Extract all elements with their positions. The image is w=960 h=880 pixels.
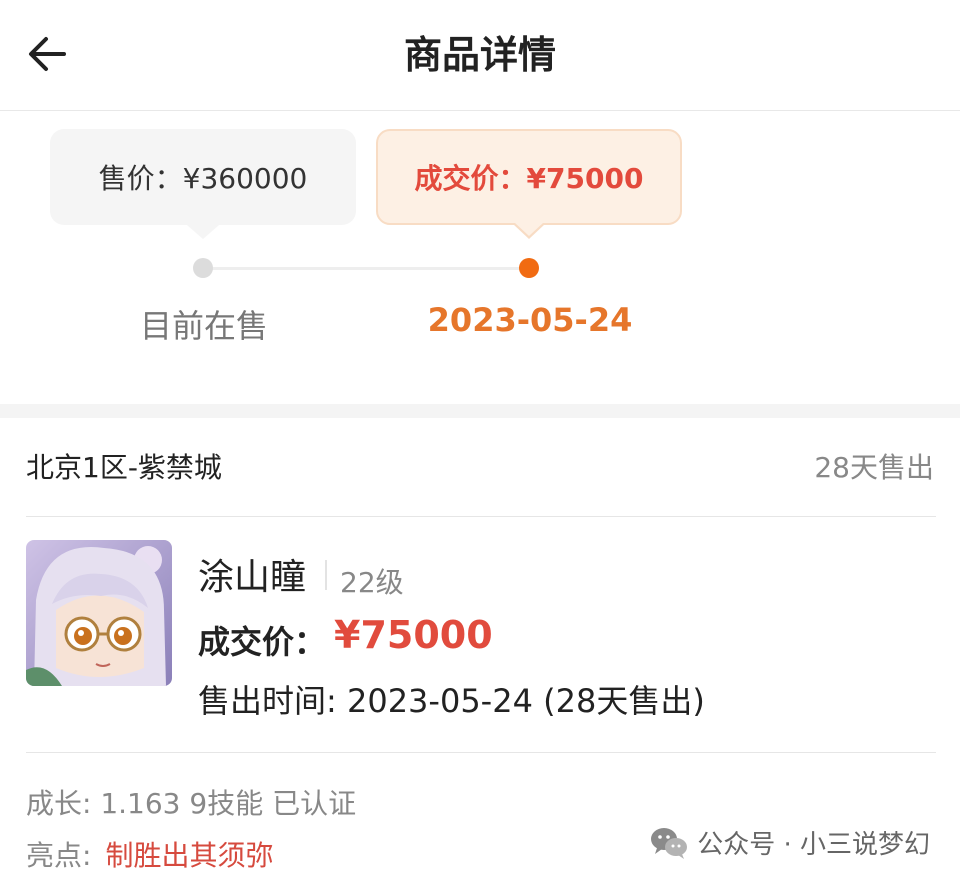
highlight-label: 亮点: bbox=[26, 839, 92, 872]
sold-time-value: 2023-05-24 (28天售出) bbox=[346, 682, 705, 720]
growth-info: 成长: 1.163 9技能 已认证 bbox=[26, 787, 357, 820]
price-timeline: 售价：¥360000 成交价：¥75000 目前在售 2023-05-24 bbox=[0, 111, 960, 404]
server-row: 北京1区-紫禁城 28天售出 bbox=[0, 418, 960, 516]
character-avatar[interactable] bbox=[26, 540, 172, 686]
character-portrait-image bbox=[26, 540, 172, 686]
timeline-track bbox=[203, 267, 529, 270]
character-name: 涂山瞳 bbox=[198, 557, 307, 598]
watermark: 公众号 · 小三说梦幻 bbox=[649, 824, 930, 861]
level-separator bbox=[325, 560, 327, 590]
server-name: 北京1区-紫禁城 bbox=[26, 451, 222, 484]
highlight-value: 制胜出其须弥 bbox=[105, 839, 274, 872]
character-level: 22级 bbox=[340, 566, 404, 599]
highlight-row: 亮点: 制胜出其须弥 bbox=[26, 834, 273, 874]
timeline-node-deal[interactable] bbox=[519, 258, 539, 278]
timeline-node-current[interactable] bbox=[193, 258, 213, 278]
sold-after-days: 28天售出 bbox=[814, 451, 934, 484]
deal-price-bubble-pointer-fill bbox=[515, 223, 543, 236]
top-bar: 商品详情 bbox=[0, 0, 960, 111]
timeline-label-deal-date: 2023-05-24 bbox=[427, 301, 633, 339]
section-divider bbox=[0, 404, 960, 418]
current-price-bubble: 售价：¥360000 bbox=[50, 129, 356, 225]
sold-time-row: 售出时间: 2023-05-24 (28天售出) bbox=[198, 676, 705, 722]
watermark-text: 公众号 · 小三说梦幻 bbox=[697, 830, 930, 860]
page-title: 商品详情 bbox=[403, 33, 556, 77]
deal-price-value: ¥75000 bbox=[334, 613, 493, 657]
current-price-bubble-pointer bbox=[187, 225, 219, 239]
timeline-label-current: 目前在售 bbox=[139, 307, 268, 345]
divider bbox=[26, 752, 936, 753]
deal-price-bubble: 成交价：¥75000 bbox=[376, 129, 682, 225]
deal-price-label: 成交价： bbox=[198, 623, 327, 661]
sold-time-label: 售出时间: bbox=[198, 682, 337, 720]
divider bbox=[26, 516, 936, 517]
wechat-icon bbox=[651, 827, 688, 859]
